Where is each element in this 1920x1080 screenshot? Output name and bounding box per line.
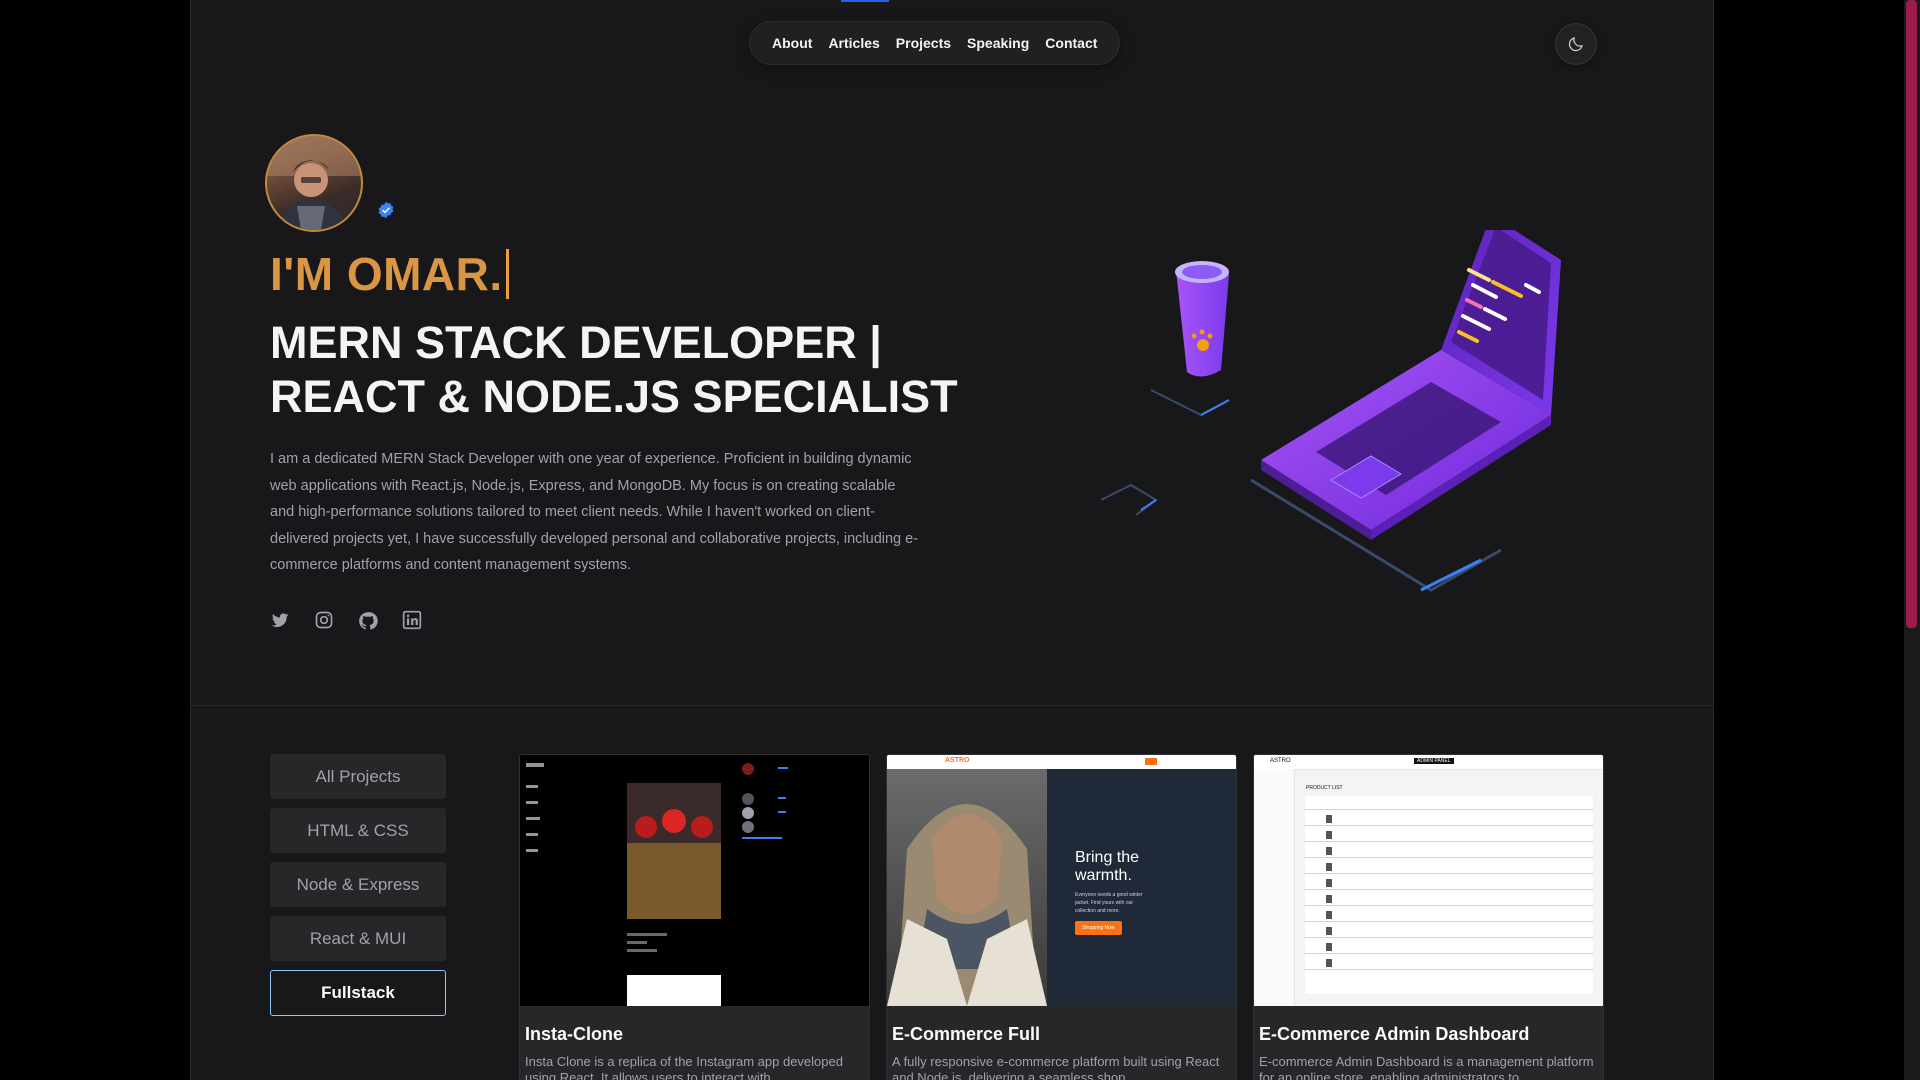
thumbnail-badge: ADMIN PANEL <box>1414 758 1454 764</box>
thumbnail-navbar: ASTRO <box>887 755 1236 769</box>
filter-fullstack[interactable]: Fullstack <box>270 970 446 1016</box>
project-description: A fully responsive e-commerce platform b… <box>892 1054 1220 1080</box>
thumbnail-shop-button: Shopping Now <box>1075 921 1122 935</box>
thumbnail-hero-image <box>887 769 1047 1006</box>
thumbnail-navbar: ASTRO ADMIN PANEL <box>1254 755 1603 770</box>
avatar <box>265 134 363 232</box>
linkedin-icon[interactable] <box>402 610 422 630</box>
greeting-heading: I'M OMAR. <box>270 247 509 301</box>
thumbnail-brand: ASTRO <box>1270 758 1291 764</box>
project-cards: Insta-Clone Insta Clone is a replica of … <box>519 754 1604 1080</box>
project-description: E-commerce Admin Dashboard is a manageme… <box>1259 1054 1594 1080</box>
nav-contact[interactable]: Contact <box>1037 22 1105 64</box>
typing-caret <box>505 249 509 299</box>
nav-about[interactable]: About <box>764 22 820 64</box>
project-card-admin-dashboard[interactable]: ASTRO ADMIN PANEL PRODUCT LIST E-Commerc… <box>1253 754 1604 1080</box>
project-thumbnail: ASTRO ADMIN PANEL PRODUCT LIST <box>1254 755 1603 1006</box>
nav-active-indicator <box>841 0 889 2</box>
twitter-icon[interactable] <box>270 610 290 630</box>
nav-articles[interactable]: Articles <box>820 22 887 64</box>
thumbnail-promo: Bring the warmth. Everyone needs a good … <box>1075 849 1215 935</box>
instagram-icon[interactable] <box>314 610 334 630</box>
project-title: E-Commerce Admin Dashboard <box>1259 1024 1530 1044</box>
filter-html-css[interactable]: HTML & CSS <box>270 808 446 853</box>
section-divider <box>191 705 1713 706</box>
project-card-ecommerce-full[interactable]: ASTRO Bring the warmth. Everyone needs a… <box>886 754 1237 1080</box>
bio-text: I am a dedicated MERN Stack Developer wi… <box>270 451 919 573</box>
project-filters: All Projects HTML & CSS Node & Express R… <box>270 754 446 1016</box>
headline-line-1: MERN STACK DEVELOPER | <box>270 317 882 368</box>
thumbnail-promo-text: Everyone needs a good winter jacket. Fin… <box>1075 892 1143 914</box>
moon-icon <box>1568 37 1583 52</box>
greeting-text: I'M OMAR. <box>270 248 503 300</box>
verified-badge-icon <box>377 201 395 224</box>
nav-speaking[interactable]: Speaking <box>959 22 1037 64</box>
thumbnail-list-title: PRODUCT LIST <box>1306 785 1343 791</box>
thumbnail-brand: ASTRO <box>945 757 970 764</box>
project-description: Insta Clone is a replica of the Instagra… <box>525 1054 843 1080</box>
project-thumbnail: ASTRO Bring the warmth. Everyone needs a… <box>887 755 1236 1006</box>
filter-node-express[interactable]: Node & Express <box>270 862 446 907</box>
main-nav: About Articles Projects Speaking Contact <box>749 21 1121 65</box>
laptop-illustration <box>1100 215 1571 615</box>
page: About Articles Projects Speaking Contact… <box>190 0 1714 1080</box>
filter-react-mui[interactable]: React & MUI <box>270 916 446 961</box>
headline-line-2: REACT & NODE.JS SPECIALIST <box>270 371 958 422</box>
project-title: E-Commerce Full <box>892 1024 1041 1044</box>
filter-all-projects[interactable]: All Projects <box>270 754 446 799</box>
thumbnail-promo-heading: Bring the warmth. <box>1075 849 1140 884</box>
nav-projects[interactable]: Projects <box>888 22 959 64</box>
scrollbar-thumb[interactable] <box>1906 0 1917 628</box>
project-title: Insta-Clone <box>525 1024 624 1044</box>
social-links <box>270 610 422 630</box>
project-thumbnail <box>520 755 869 1006</box>
github-icon[interactable] <box>358 610 378 630</box>
project-card-insta-clone[interactable]: Insta-Clone Insta Clone is a replica of … <box>519 754 870 1080</box>
theme-toggle-button[interactable] <box>1555 23 1597 65</box>
headline: MERN STACK DEVELOPER | REACT & NODE.JS S… <box>270 316 970 424</box>
